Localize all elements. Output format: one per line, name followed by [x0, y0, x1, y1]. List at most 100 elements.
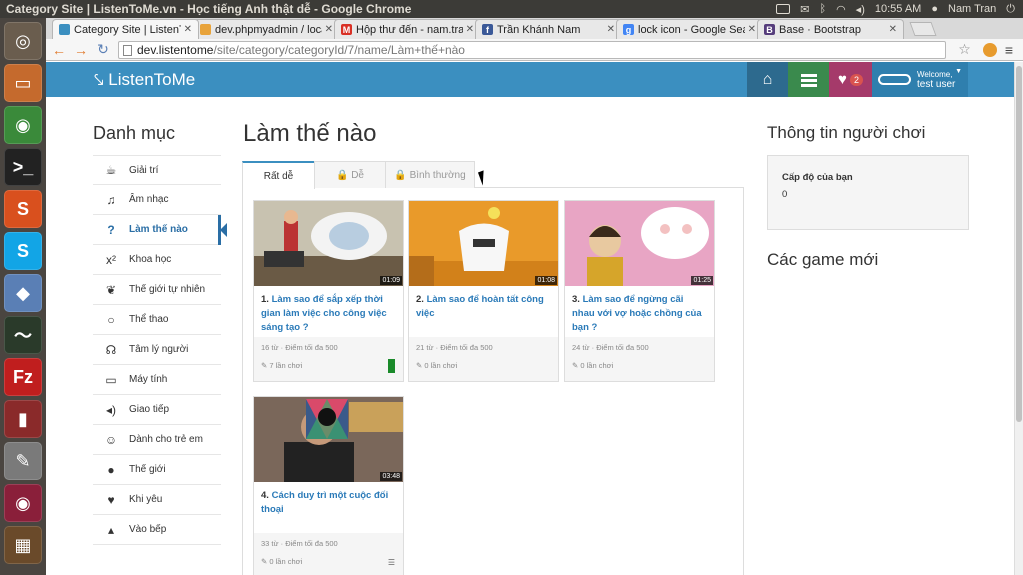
sublime-icon[interactable]: S: [4, 190, 42, 228]
sidebar-item[interactable]: ○ Thể thao: [93, 305, 221, 335]
sidebar-item[interactable]: ● Thế giới: [93, 455, 221, 485]
filezilla-icon[interactable]: Fz: [4, 358, 42, 396]
game-title-link[interactable]: 3. Làm sao để ngừng cãi nhau với vợ hoặc…: [565, 286, 714, 337]
category-icon: ?: [107, 222, 115, 237]
forward-icon[interactable]: →: [74, 42, 88, 58]
level-value: 0: [782, 189, 788, 200]
sidebar-item-label: Giải trí: [129, 164, 159, 176]
close-tab-icon[interactable]: ✕: [889, 24, 897, 35]
sidebar-item[interactable]: ☕ Giải trí: [93, 155, 221, 185]
close-tab-icon[interactable]: ✕: [607, 24, 615, 35]
tab-easy[interactable]: 🔒 Dễ: [314, 161, 386, 188]
browser-tab[interactable]: M Hộp thư đến - nam.trankh ✕: [334, 19, 481, 39]
user-icon: ●: [931, 3, 938, 15]
system-monitor-icon[interactable]: 〜: [4, 316, 42, 354]
disc-icon[interactable]: ◉: [4, 484, 42, 522]
game-title-link[interactable]: 1. Làm sao để sắp xếp thời gian làm việc…: [254, 286, 403, 337]
video-duration: 03:48: [380, 472, 402, 481]
sidebar-item[interactable]: ▴ Vào bếp: [93, 515, 221, 545]
sidebar-item[interactable]: ? Làm thế nào: [93, 215, 227, 245]
player-info-box: Cấp độ của bạn 0: [767, 155, 969, 230]
game-title-link[interactable]: 2. Làm sao để hoàn tất công việc: [409, 286, 558, 337]
chrome-menu-icon[interactable]: ≡: [1005, 42, 1013, 58]
pencil-icon: ✎: [261, 557, 268, 566]
keyboard-icon[interactable]: [776, 4, 791, 14]
page-scrollbar[interactable]: [1014, 62, 1023, 575]
text-editor-icon[interactable]: ✎: [4, 442, 42, 480]
browser-tab[interactable]: dev.phpmyadmin / localho ✕: [193, 19, 340, 39]
video-thumbnail[interactable]: 01:25: [565, 201, 714, 286]
sidebar-item[interactable]: x² Khoa học: [93, 245, 221, 275]
tab-very-easy[interactable]: Rất dễ: [242, 161, 315, 189]
bluetooth-icon[interactable]: ᛒ: [819, 3, 826, 15]
video-thumbnail[interactable]: 01:09: [254, 201, 403, 286]
app-icon[interactable]: ▮: [4, 400, 42, 438]
workspace-icon[interactable]: ▦: [4, 526, 42, 564]
close-tab-icon[interactable]: ✕: [748, 24, 756, 35]
wifi-icon[interactable]: ◠: [836, 3, 846, 16]
sidebar-item[interactable]: ♥ Khi yêu: [93, 485, 221, 515]
bookmark-star-icon[interactable]: ☆: [958, 41, 971, 58]
list-icon[interactable]: ☰: [388, 558, 395, 567]
browser-tab[interactable]: f Trần Khánh Nam ✕: [475, 19, 622, 39]
caret-down-icon: ▼: [955, 68, 962, 75]
game-card[interactable]: 01:25 3. Làm sao để ngừng cãi nhau với v…: [564, 200, 715, 382]
game-title-link[interactable]: 4. Cách duy trì một cuộc đối thoại: [254, 482, 403, 533]
os-user[interactable]: Nam Tran: [948, 3, 996, 15]
heart-icon: ♥: [838, 71, 847, 88]
category-icon: ▴: [107, 522, 115, 537]
brand-logo[interactable]: ⤥ ListenToMe: [94, 70, 195, 90]
video-thumbnail[interactable]: 01:08: [409, 201, 558, 286]
browser-tab[interactable]: Category Site | ListenToM ✕: [52, 19, 199, 39]
game-card[interactable]: 01:08 2. Làm sao để hoàn tất công việc 2…: [408, 200, 559, 382]
close-tab-icon[interactable]: ✕: [466, 24, 474, 35]
page-icon: [123, 44, 132, 56]
sidebar-item[interactable]: ☊ Tâm lý người: [93, 335, 221, 365]
home-button[interactable]: ⌂: [747, 62, 788, 97]
site-navbar: ⤥ ListenToMe ⌂ ♥ 2 Welcome, test user ▼: [46, 62, 1014, 97]
video-thumbnail[interactable]: 03:48: [254, 397, 403, 482]
browser-tab[interactable]: g lock icon - Google Search ✕: [616, 19, 763, 39]
category-icon: ❦: [105, 282, 117, 297]
sidebar-item[interactable]: ♫ Âm nhạc: [93, 185, 221, 215]
address-bar[interactable]: dev.listentome/site/category/categoryId/…: [118, 40, 947, 59]
virtualbox-icon[interactable]: ◆: [4, 274, 42, 312]
sidebar-item[interactable]: ☺ Dành cho trẻ em: [93, 425, 221, 455]
scrollbar-thumb[interactable]: [1016, 66, 1022, 422]
game-meta: 16 từ · Điểm tối đa 500 ✎ 7 lần chơi: [254, 337, 403, 381]
browser-tab[interactable]: B Base · Bootstrap ✕: [757, 19, 904, 39]
username: test user: [917, 78, 956, 90]
sidebar-item-label: Vào bếp: [129, 524, 167, 535]
reload-icon[interactable]: ↻: [96, 41, 110, 58]
site-favicon-icon: [59, 24, 70, 35]
list-button[interactable]: [788, 62, 829, 97]
sidebar-item[interactable]: ❦ Thế giới tự nhiên: [93, 275, 221, 305]
favorites-button[interactable]: ♥ 2: [829, 62, 872, 97]
game-card[interactable]: 01:09 1. Làm sao để sắp xếp thời gian là…: [253, 200, 404, 382]
game-card[interactable]: 03:48 4. Cách duy trì một cuộc đối thoại…: [253, 396, 404, 575]
game-stats: 16 từ · Điểm tối đa 500: [261, 343, 338, 352]
game-title: Làm sao để sắp xếp thời gian làm việc ch…: [261, 294, 387, 333]
close-tab-icon[interactable]: ✕: [325, 24, 333, 35]
volume-icon[interactable]: ◂): [856, 3, 865, 16]
extension-icon[interactable]: [982, 42, 997, 57]
clock[interactable]: 10:55 AM: [875, 3, 921, 15]
sidebar-item[interactable]: ▭ Máy tính: [93, 365, 221, 395]
user-menu[interactable]: Welcome, test user ▼: [872, 62, 968, 97]
pencil-icon: ✎: [261, 361, 268, 370]
ubuntu-dash-icon[interactable]: ◎: [4, 22, 42, 60]
game-title: Làm sao để hoàn tất công việc: [416, 294, 544, 319]
skype-icon[interactable]: S: [4, 232, 42, 270]
mail-icon[interactable]: ✉: [800, 3, 809, 16]
web-page: ⤥ ListenToMe ⌂ ♥ 2 Welcome, test user ▼ D…: [46, 62, 1014, 575]
chrome-icon[interactable]: ◉: [4, 106, 42, 144]
terminal-icon[interactable]: >_: [4, 148, 42, 186]
back-icon[interactable]: ←: [52, 42, 66, 58]
new-tab-button[interactable]: [909, 22, 937, 36]
power-icon[interactable]: ⏻: [1006, 3, 1015, 16]
close-tab-icon[interactable]: ✕: [184, 24, 192, 35]
welcome-text: Welcome, test user: [917, 70, 955, 90]
files-icon[interactable]: ▭: [4, 64, 42, 102]
sidebar-item[interactable]: ◂) Giao tiếp: [93, 395, 221, 425]
tab-normal[interactable]: 🔒 Bình thường: [385, 161, 475, 188]
